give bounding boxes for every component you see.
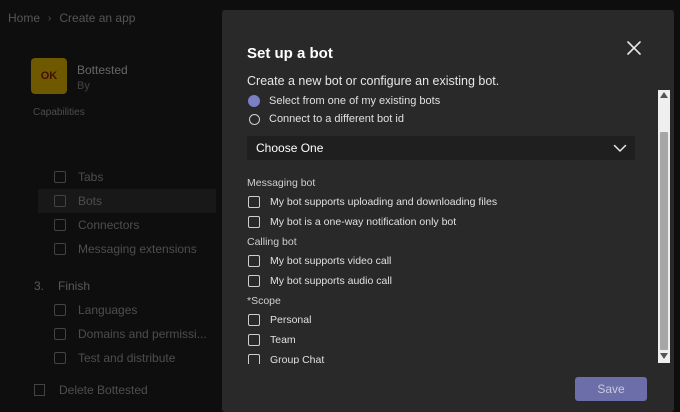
- calling-bot-label: Calling bot: [247, 236, 297, 248]
- checkbox-label: Group Chat: [270, 354, 325, 364]
- radio-existing-bots[interactable]: Select from one of my existing bots: [247, 92, 635, 110]
- dialog-subtitle: Create a new bot or configure an existin…: [247, 74, 500, 88]
- checkbox[interactable]: [248, 334, 260, 346]
- checkbox-scope-group-chat[interactable]: Group Chat: [247, 351, 635, 364]
- radio-label: Connect to a different bot id: [269, 113, 404, 125]
- dialog-title: Set up a bot: [247, 45, 333, 62]
- radio-different-bot-id[interactable]: Connect to a different bot id: [247, 110, 635, 128]
- checkbox-one-way-notification[interactable]: My bot is a one-way notification only bo…: [247, 213, 635, 231]
- checkbox-scope-team[interactable]: Team: [247, 331, 635, 349]
- setup-bot-dialog: Set up a bot Create a new bot or configu…: [222, 10, 674, 412]
- dialog-scrollbar[interactable]: [658, 90, 670, 363]
- radio-button-checked[interactable]: [248, 95, 260, 107]
- bot-select-dropdown[interactable]: Choose One: [247, 136, 635, 160]
- checkbox-label: My bot is a one-way notification only bo…: [270, 216, 457, 228]
- checkbox[interactable]: [248, 314, 260, 326]
- checkbox-video-call[interactable]: My bot supports video call: [247, 252, 635, 270]
- checkbox-label: Personal: [270, 314, 312, 326]
- checkbox[interactable]: [248, 255, 260, 267]
- radio-label: Select from one of my existing bots: [269, 95, 441, 107]
- checkbox-audio-call[interactable]: My bot supports audio call: [247, 272, 635, 290]
- checkbox-label: My bot supports audio call: [270, 275, 392, 287]
- checkbox[interactable]: [248, 196, 260, 208]
- save-button[interactable]: Save: [575, 377, 647, 401]
- dialog-scroll-content: Select from one of my existing bots Conn…: [247, 92, 635, 364]
- checkbox[interactable]: [248, 275, 260, 287]
- chevron-down-icon: [613, 144, 627, 152]
- scroll-down-arrow-icon[interactable]: [658, 353, 670, 361]
- scrollbar-thumb[interactable]: [660, 132, 668, 350]
- checkbox[interactable]: [248, 354, 260, 364]
- scroll-up-arrow-icon[interactable]: [658, 92, 670, 100]
- checkbox[interactable]: [248, 216, 260, 228]
- close-icon[interactable]: [625, 39, 643, 57]
- scope-label: *Scope: [247, 295, 281, 307]
- checkbox-label: My bot supports video call: [270, 255, 392, 267]
- radio-button[interactable]: [249, 113, 260, 125]
- messaging-bot-label: Messaging bot: [247, 177, 316, 189]
- checkbox-label: My bot supports uploading and downloadin…: [270, 196, 498, 208]
- checkbox-label: Team: [270, 334, 296, 346]
- dropdown-value: Choose One: [256, 141, 324, 155]
- checkbox-scope-personal[interactable]: Personal: [247, 311, 635, 329]
- checkbox-upload-download-files[interactable]: My bot supports uploading and downloadin…: [247, 193, 635, 211]
